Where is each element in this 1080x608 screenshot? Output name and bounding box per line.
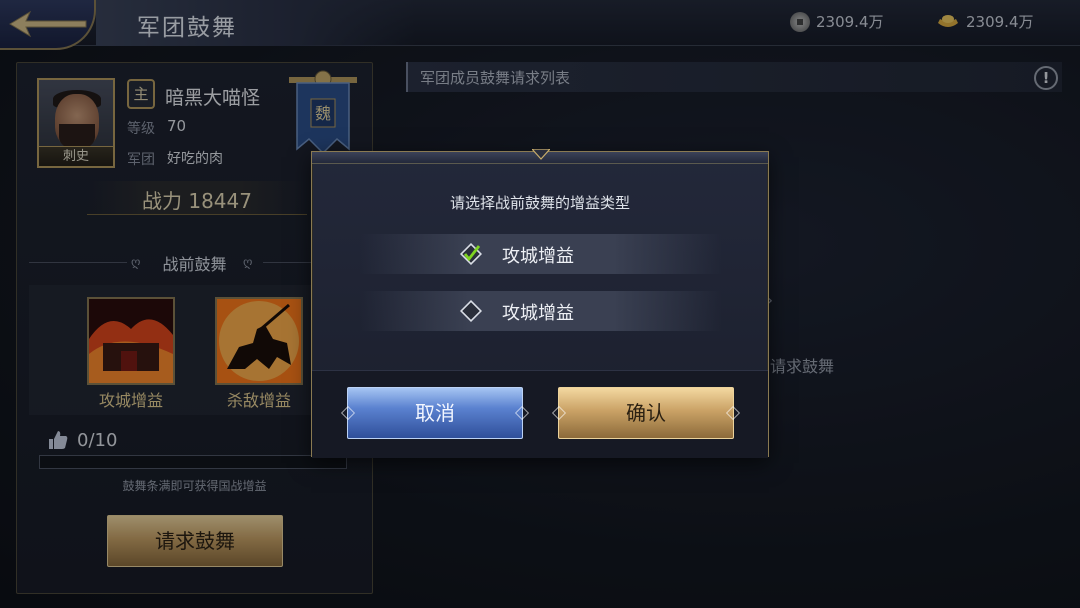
cancel-button[interactable]: 取消	[347, 387, 523, 439]
buff-option-1[interactable]: 攻城增益	[360, 234, 722, 274]
dialog-prompt: 请选择战前鼓舞的增益类型	[449, 194, 630, 212]
checkbox-empty-icon[interactable]	[460, 300, 482, 322]
buff-option-label: 攻城增益	[502, 246, 574, 267]
confirm-button[interactable]: 确认	[558, 387, 734, 439]
buff-option-2[interactable]: 攻城增益	[360, 291, 722, 331]
checkbox-checked-icon[interactable]	[460, 243, 482, 265]
dialog-footer: 取消 确认	[312, 370, 768, 458]
ornament-icon	[532, 149, 550, 160]
buff-option-label: 攻城增益	[502, 303, 574, 324]
buff-select-dialog: 请选择战前鼓舞的增益类型 攻城增益 攻城增益 取消 确认	[311, 149, 769, 458]
